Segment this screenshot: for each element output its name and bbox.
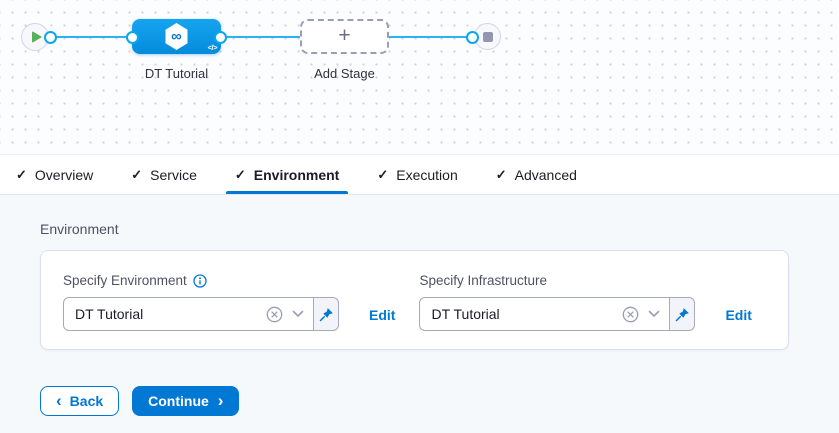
pin-icon <box>675 307 690 322</box>
pipeline-edge <box>220 36 302 38</box>
infrastructure-select[interactable]: DT Tutorial <box>419 297 669 331</box>
check-icon: ✓ <box>235 167 246 183</box>
chevron-left-icon: ‹ <box>56 392 62 409</box>
info-icon[interactable] <box>193 274 207 288</box>
environment-tab-panel: Environment Specify Environment D <box>0 195 839 433</box>
tab-label: Advanced <box>515 167 577 183</box>
specify-infrastructure-field: Specify Infrastructure DT Tutorial <box>419 273 695 331</box>
stage-node-dt-tutorial[interactable]: ∞ </> <box>132 19 221 54</box>
tab-overview[interactable]: ✓ Overview <box>7 155 102 194</box>
code-icon: </> <box>208 43 217 52</box>
environment-select[interactable]: DT Tutorial <box>63 297 313 331</box>
check-icon: ✓ <box>377 167 388 183</box>
pipeline-edge <box>49 36 133 38</box>
stage-config-page: ∞ </> DT Tutorial + Add Stage ✓ Overview… <box>0 0 839 433</box>
pipeline-edge <box>388 36 475 38</box>
stage-node-label: DT Tutorial <box>132 66 221 81</box>
check-icon: ✓ <box>496 167 507 183</box>
continue-button[interactable]: Continue › <box>132 386 239 416</box>
edit-infrastructure-link[interactable]: Edit <box>725 307 751 323</box>
plus-icon: + <box>338 25 350 46</box>
stage-tabs: ✓ Overview ✓ Service ✓ Environment ✓ Exe… <box>0 154 839 195</box>
connector-port <box>126 31 139 44</box>
back-button[interactable]: ‹ Back <box>40 386 119 416</box>
pipeline-canvas[interactable]: ∞ </> DT Tutorial + Add Stage <box>0 0 839 154</box>
play-icon <box>32 31 42 43</box>
chevron-right-icon: › <box>218 392 224 409</box>
stop-icon <box>483 32 493 42</box>
field-label: Specify Infrastructure <box>419 273 547 288</box>
tab-execution[interactable]: ✓ Execution <box>368 155 466 194</box>
tab-label: Execution <box>396 167 457 183</box>
add-stage-button[interactable]: + <box>300 19 389 54</box>
edit-environment-link[interactable]: Edit <box>369 307 395 323</box>
chevron-down-icon[interactable] <box>648 310 660 318</box>
infrastructure-select-value: DT Tutorial <box>431 306 622 322</box>
pin-button[interactable] <box>669 297 695 331</box>
pin-icon <box>319 307 334 322</box>
tab-label: Service <box>150 167 197 183</box>
tab-label: Overview <box>35 167 93 183</box>
add-stage-label: Add Stage <box>300 66 389 81</box>
tab-service[interactable]: ✓ Service <box>122 155 206 194</box>
tab-environment[interactable]: ✓ Environment <box>226 155 348 194</box>
wizard-footer: ‹ Back Continue › <box>40 386 799 416</box>
check-icon: ✓ <box>16 167 27 183</box>
field-label: Specify Environment <box>63 273 187 288</box>
harness-cd-stage-icon: ∞ <box>164 23 189 50</box>
tab-advanced[interactable]: ✓ Advanced <box>487 155 586 194</box>
connector-port <box>214 31 227 44</box>
connector-port <box>466 31 479 44</box>
environment-select-value: DT Tutorial <box>75 306 266 322</box>
clear-icon[interactable] <box>622 306 639 323</box>
clear-icon[interactable] <box>266 306 283 323</box>
chevron-down-icon[interactable] <box>292 310 304 318</box>
tab-label: Environment <box>254 167 340 183</box>
connector-port <box>44 31 57 44</box>
check-icon: ✓ <box>131 167 142 183</box>
pin-button[interactable] <box>313 297 339 331</box>
specify-environment-field: Specify Environment DT Tutorial <box>63 273 339 331</box>
section-heading: Environment <box>40 221 799 237</box>
environment-card: Specify Environment DT Tutorial <box>40 250 789 350</box>
